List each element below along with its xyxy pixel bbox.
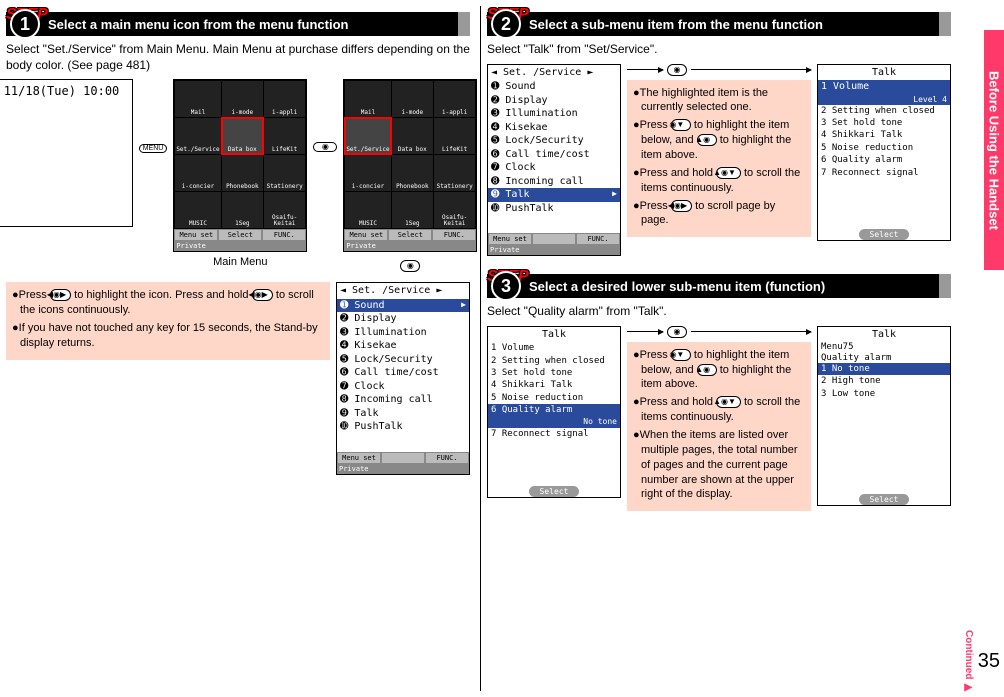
grid-set-service-sel: Set./Service [345,118,390,154]
main-menu-screen-2: Mail i-mode i-appli Set./Service Data bo… [343,79,477,252]
step2-hint: ●The highlighted item is the currently s… [627,80,811,238]
nav-center-icon-2: ◉ [667,64,687,76]
set-service-list-2: ◄ Set. /Service ► ➊ Sound ➋ Display ➌ Il… [487,64,621,257]
step2-bar: 2 Select a sub-menu item from the menu f… [487,12,951,36]
grid-osaifu: Osaifu-Keitai [264,192,305,228]
menu-key-icon: MENU [139,144,168,153]
grid-imode: i-mode [222,81,263,117]
step1-bar: 1 Select a main menu icon from the menu … [6,12,470,36]
list-volume: 1 Volume [818,80,950,94]
main-menu-caption: Main Menu [213,256,267,268]
grid-stationery: Stationery [264,155,305,191]
step2-num: 2 [491,9,521,39]
step3-body: Select "Quality alarm" from "Talk". [487,304,951,320]
step2-body: Select "Talk" from "Set/Service". [487,42,951,58]
talk-list: Talk 1 Volume Level 4 2 Setting when clo… [817,64,951,241]
set-service-list-1: ◄ Set. /Service ► ➊ Sound▶ ➋ Display ➌ I… [336,282,470,475]
list-quality-alarm: 6 Quality alarm [488,404,620,416]
step3-num: 3 [491,271,521,301]
grid-phonebook: Phonebook [222,155,263,191]
talk-list-2: Talk 1 Volume 2 Setting when closed 3 Se… [487,326,621,498]
step3-hint: ●Press ◉▼ to highlight the item below, a… [627,342,811,511]
nav-center-icon-3: ◉ [667,326,687,338]
grid-set-service: Set./Service [175,118,220,154]
step3-bar: 3 Select a desired lower sub-menu item (… [487,274,951,298]
grid-1seg: 1Seg [222,192,263,228]
page-number: 35 [978,650,1000,673]
step1-hint: ●Press ◀◉▶ to highlight the icon. Press … [6,282,330,359]
side-tab: Before Using the Handset [984,30,1004,270]
step1-num: 1 [10,9,40,39]
continued-label: Continued ▶ [963,630,974,693]
nav-center-icon: ◉ [400,260,420,272]
grid-lifekit: LifeKit [264,118,305,154]
list-talk: ➒ Talk▶ [488,188,620,202]
main-menu-screen-1: Mail i-mode i-appli Set./Service Data bo… [173,79,307,252]
grid-iconcier: i-concier [175,155,220,191]
grid-iappli: i-appli [264,81,305,117]
step3-title: Select a desired lower sub-menu item (fu… [529,279,825,294]
grid-music: MUSIC [175,192,220,228]
list-no-tone: 1 No tone [818,363,950,375]
nav-h-icon: ◉ [313,142,337,152]
select-soft-key: Select [859,229,909,240]
grid-mail: Mail [175,81,220,117]
step1-title: Select a main menu icon from the menu fu… [48,17,349,32]
standby-screen: 11/18(Tue) 10:00 [0,79,133,227]
grid-data-box: Data box [222,118,263,154]
step2-title: Select a sub-menu item from the menu fun… [529,17,823,32]
list-sound: ➊ Sound▶ [337,299,469,313]
quality-alarm-list: Talk Menu75 Quality alarm 1 No tone 2 Hi… [817,326,951,506]
step1-body: Select "Set./Service" from Main Menu. Ma… [6,42,470,73]
